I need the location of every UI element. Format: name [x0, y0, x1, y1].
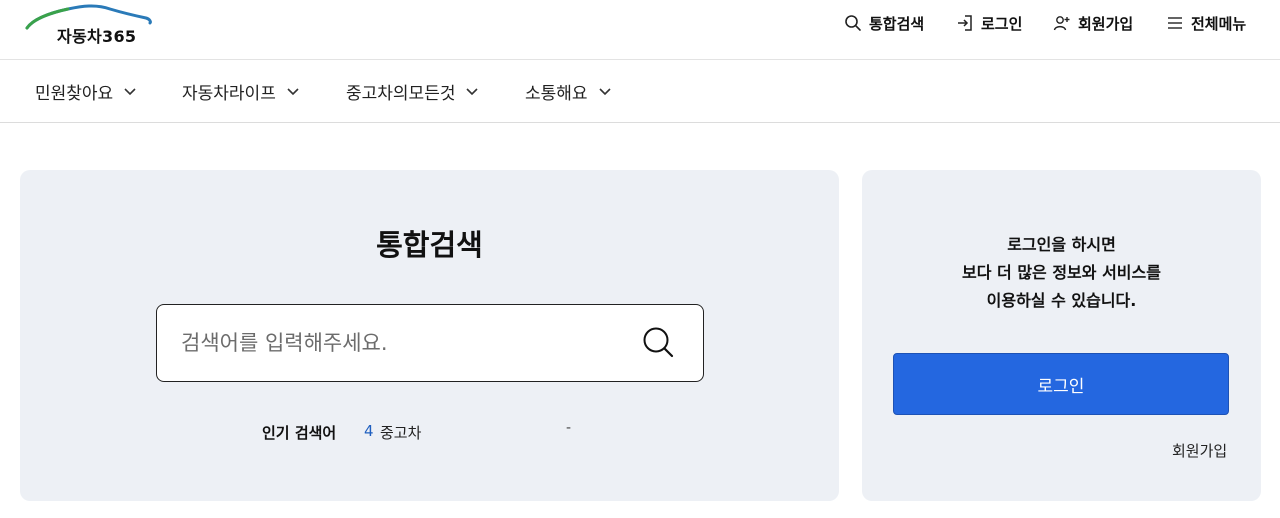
- search-title: 통합검색: [376, 228, 483, 262]
- user-add-icon: [1053, 16, 1070, 31]
- util-search-label: 통합검색: [869, 14, 925, 33]
- chevron-down-icon: [287, 88, 299, 96]
- popular-keywords: 인기 검색어 4 중고차 -: [262, 420, 592, 444]
- search-icon: [643, 327, 674, 358]
- util-join-button[interactable]: 회원가입: [1053, 12, 1133, 34]
- login-message-line: 보다 더 많은 정보와 서비스를: [962, 263, 1161, 282]
- login-message-line: 이용하실 수 있습니다.: [986, 291, 1137, 310]
- util-join-label: 회원가입: [1078, 14, 1134, 33]
- util-allmenu-label: 전체메뉴: [1191, 14, 1247, 33]
- nav-item-minwon[interactable]: 민원찾아요: [35, 79, 137, 104]
- search-panel: 통합검색 인기 검색어 4 중고차 -: [20, 170, 839, 501]
- popular-label: 인기 검색어: [262, 424, 337, 442]
- nav-item-community[interactable]: 소통해요: [525, 79, 612, 104]
- search-input[interactable]: [157, 305, 627, 381]
- main-nav: 민원찾아요 자동차라이프 중고차의모든것 소통해요: [0, 60, 1280, 123]
- util-search-button[interactable]: 통합검색: [844, 12, 924, 34]
- search-box: [156, 304, 704, 382]
- login-message-line: 로그인을 하시면: [1007, 235, 1116, 254]
- menu-icon: [1168, 17, 1182, 29]
- nav-item-label: 민원찾아요: [35, 83, 114, 104]
- nav-item-label: 중고차의모든것: [346, 83, 456, 104]
- popular-keyword-link[interactable]: 중고차: [380, 422, 421, 443]
- util-allmenu-button[interactable]: 전체메뉴: [1166, 12, 1246, 34]
- site-logo[interactable]: 자동차365: [24, 2, 154, 46]
- login-message: 로그인을 하시면 보다 더 많은 정보와 서비스를 이용하실 수 있습니다.: [862, 231, 1261, 315]
- nav-item-carlife[interactable]: 자동차라이프: [182, 79, 300, 104]
- chevron-down-icon: [124, 88, 136, 96]
- chevron-down-icon: [598, 88, 611, 96]
- util-login-button[interactable]: 로그인: [956, 12, 1022, 34]
- nav-item-label: 소통해요: [525, 83, 588, 104]
- search-submit-button[interactable]: [641, 325, 677, 361]
- nav-item-label: 자동차라이프: [182, 83, 276, 104]
- login-button[interactable]: 로그인: [893, 353, 1229, 415]
- util-login-label: 로그인: [981, 14, 1023, 33]
- search-icon: [845, 15, 861, 31]
- chevron-down-icon: [466, 88, 479, 96]
- popular-rank-change: -: [566, 420, 572, 436]
- login-panel: 로그인을 하시면 보다 더 많은 정보와 서비스를 이용하실 수 있습니다. 로…: [862, 170, 1261, 501]
- logo-text: 자동차365: [57, 27, 137, 46]
- nav-item-usedcar[interactable]: 중고차의모든것: [346, 79, 479, 104]
- popular-rank: 4: [364, 422, 374, 440]
- join-link[interactable]: 회원가입: [1172, 440, 1227, 461]
- login-icon: [958, 15, 972, 31]
- top-header: 자동차365 통합검색 로그인 회원가입 전체메뉴: [0, 0, 1280, 60]
